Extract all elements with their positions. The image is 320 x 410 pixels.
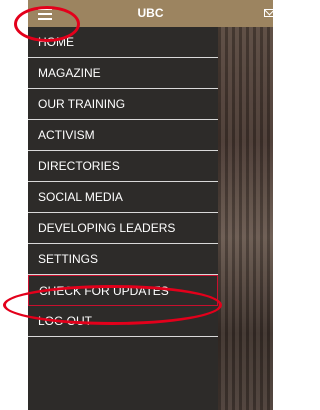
app-title: UBC <box>137 6 164 20</box>
menu-item-activism[interactable]: ACTIVISM <box>28 120 218 151</box>
menu-item-settings[interactable]: SETTINGS <box>28 244 218 275</box>
menu-item-directories[interactable]: DIRECTORIES <box>28 151 218 182</box>
menu-item-social-media[interactable]: SOCIAL MEDIA <box>28 182 218 213</box>
menu-item-our-training[interactable]: OUR TRAINING <box>28 89 218 120</box>
mail-icon[interactable] <box>264 9 273 17</box>
menu-item-home[interactable]: HOME <box>28 27 218 58</box>
navigation-drawer: HOME MAGAZINE OUR TRAINING ACTIVISM DIRE… <box>28 27 218 410</box>
app-screen: UBC HOME MAGAZINE OUR TRAINING ACTIVISM … <box>28 0 273 410</box>
menu-item-log-out[interactable]: LOG OUT <box>28 306 218 337</box>
menu-item-magazine[interactable]: MAGAZINE <box>28 58 218 89</box>
menu-item-developing-leaders[interactable]: DEVELOPING LEADERS <box>28 213 218 244</box>
top-app-bar: UBC <box>28 0 273 27</box>
background-image <box>218 27 273 410</box>
menu-item-check-for-updates[interactable]: CHECK FOR UPDATES <box>28 275 218 306</box>
